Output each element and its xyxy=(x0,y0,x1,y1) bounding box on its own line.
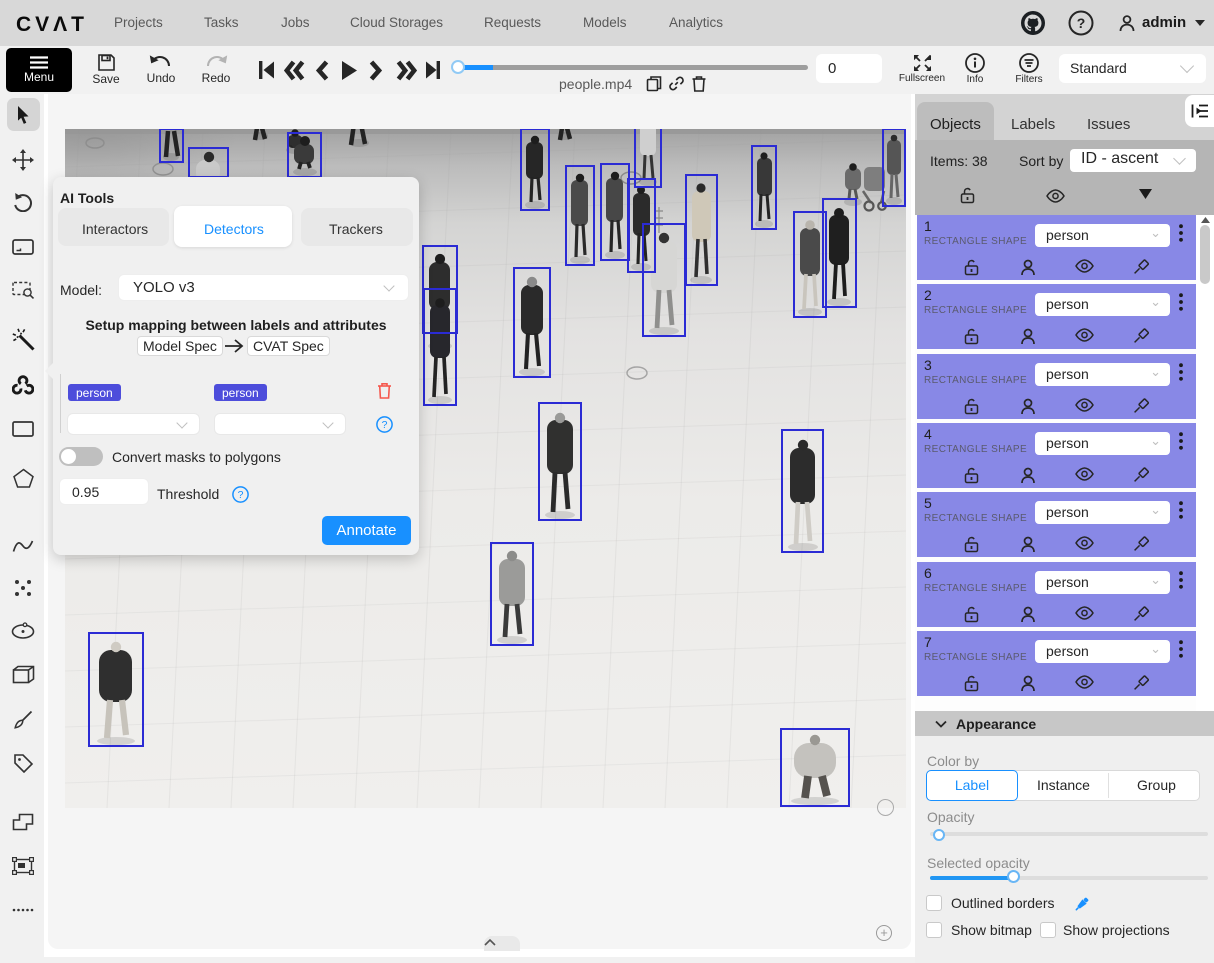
svg-text:?: ? xyxy=(382,419,388,431)
svg-text:?: ? xyxy=(1077,15,1086,31)
svg-text:?: ? xyxy=(238,489,244,501)
